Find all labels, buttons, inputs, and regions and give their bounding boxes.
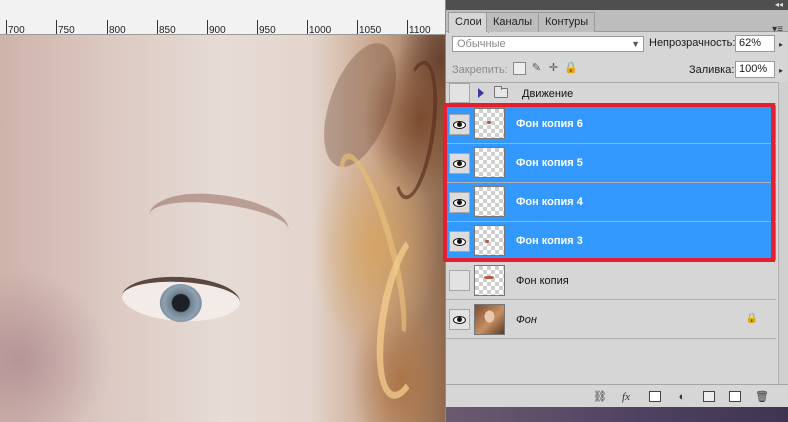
layer-item[interactable]: Фон копия 3: [446, 222, 776, 261]
panel-title-bar[interactable]: ◂◂: [446, 0, 788, 10]
lock-brush-icon[interactable]: ✎: [530, 62, 543, 75]
visibility-toggle[interactable]: [449, 83, 470, 103]
opacity-arrow-icon[interactable]: ▸: [779, 40, 783, 49]
ruler-label: 750: [58, 25, 75, 36]
layer-item[interactable]: Фон копия 4: [446, 183, 776, 222]
lock-transparency-icon[interactable]: [513, 62, 526, 75]
eyebrow: [148, 187, 292, 233]
iris: [158, 282, 203, 324]
lock-icon: 🔒: [745, 313, 758, 324]
layer-thumbnail: [474, 225, 505, 256]
panel-tabs: Слои Каналы Контуры ▾≡: [446, 10, 788, 35]
visibility-toggle[interactable]: [449, 309, 470, 330]
blend-mode-value: Обычные: [457, 38, 506, 50]
layers-bottom-toolbar: ⛓ fx ◐ 🗑: [446, 384, 788, 422]
document-canvas[interactable]: 700 750 800 850 900 950 1000 1050 1100: [0, 0, 445, 422]
layer-item[interactable]: Фон копия 5: [446, 144, 776, 183]
tab-channels[interactable]: Каналы: [486, 12, 540, 32]
visibility-toggle[interactable]: [449, 114, 470, 135]
expand-arrow-icon[interactable]: [478, 88, 484, 98]
ruler-label: 950: [259, 25, 276, 36]
layer-item-background[interactable]: Фон 🔒: [446, 301, 776, 339]
trash-icon[interactable]: 🗑: [754, 390, 770, 404]
ruler-label: 900: [209, 25, 226, 36]
layer-thumbnail: [474, 147, 505, 178]
fill-input[interactable]: 100%: [735, 61, 775, 78]
chevron-down-icon: ▼: [631, 39, 640, 49]
visibility-toggle[interactable]: [449, 192, 470, 213]
group-folder-icon[interactable]: [703, 391, 715, 402]
ruler-label: 1000: [309, 25, 332, 36]
ruler-label: 850: [159, 25, 176, 36]
adjustment-icon[interactable]: ◐: [674, 390, 690, 404]
eye: [120, 273, 242, 325]
opacity-label: Непрозрачность:: [649, 37, 736, 49]
visibility-toggle[interactable]: [449, 270, 470, 291]
visibility-toggle[interactable]: [449, 231, 470, 252]
ruler-label: 1050: [359, 25, 382, 36]
folder-icon: [494, 86, 508, 98]
tab-layers[interactable]: Слои: [448, 12, 489, 33]
tab-paths[interactable]: Контуры: [538, 12, 596, 32]
lock-label: Закрепить:: [452, 64, 508, 76]
layer-name: Фон: [516, 314, 537, 326]
layer-name: Фон копия 3: [516, 235, 583, 247]
new-layer-icon[interactable]: [729, 391, 741, 402]
fx-icon[interactable]: fx: [618, 390, 634, 404]
layer-name: Фон копия 4: [516, 196, 583, 208]
eye-icon: [453, 238, 466, 246]
lock-all-icon[interactable]: 🔒: [564, 62, 578, 75]
fill-value: 100%: [739, 63, 768, 75]
ruler-label: 800: [109, 25, 126, 36]
mask-icon[interactable]: [649, 391, 661, 402]
layer-name: Фон копия 6: [516, 118, 583, 130]
eye-icon: [453, 121, 466, 129]
background-strip: [446, 407, 788, 422]
layer-thumbnail: [474, 108, 505, 139]
fill-arrow-icon[interactable]: ▸: [779, 66, 783, 75]
layers-scrollbar[interactable]: [778, 82, 788, 384]
layer-name: Фон копия 5: [516, 157, 583, 169]
lock-move-icon[interactable]: ✛: [547, 62, 560, 75]
fill-label: Заливка:: [689, 64, 735, 76]
eye-icon: [453, 316, 466, 324]
ruler-label: 1100: [409, 25, 431, 36]
layer-name: Фон копия: [516, 275, 569, 287]
layer-thumbnail: [474, 265, 505, 296]
blend-mode-select[interactable]: Обычные ▼: [452, 36, 644, 52]
visibility-toggle[interactable]: [449, 153, 470, 174]
collapse-icon[interactable]: ◂◂: [775, 0, 783, 10]
layer-thumbnail: [474, 186, 505, 217]
panel-menu-icon[interactable]: ▾≡: [772, 24, 783, 35]
ruler-label: 700: [8, 25, 25, 36]
eye-icon: [453, 199, 466, 207]
layer-item[interactable]: Фон копия 6: [446, 105, 776, 144]
layer-item[interactable]: Фон копия: [446, 262, 776, 300]
link-icon[interactable]: ⛓: [592, 390, 608, 404]
opacity-value: 62%: [739, 37, 762, 49]
layers-list: Движение Фон копия 6 Фон копия 5 Фон коп…: [446, 82, 788, 384]
layer-name: Движение: [522, 88, 574, 100]
horizontal-ruler: 700 750 800 850 900 950 1000 1050 1100: [0, 0, 445, 36]
opacity-input[interactable]: 62%: [735, 35, 775, 52]
layer-group-movement[interactable]: Движение: [446, 83, 776, 104]
eye-icon: [453, 160, 466, 168]
layers-panel: ◂◂ Слои Каналы Контуры ▾≡ Обычные ▼ Непр…: [445, 0, 788, 422]
layer-thumbnail: [474, 304, 505, 335]
